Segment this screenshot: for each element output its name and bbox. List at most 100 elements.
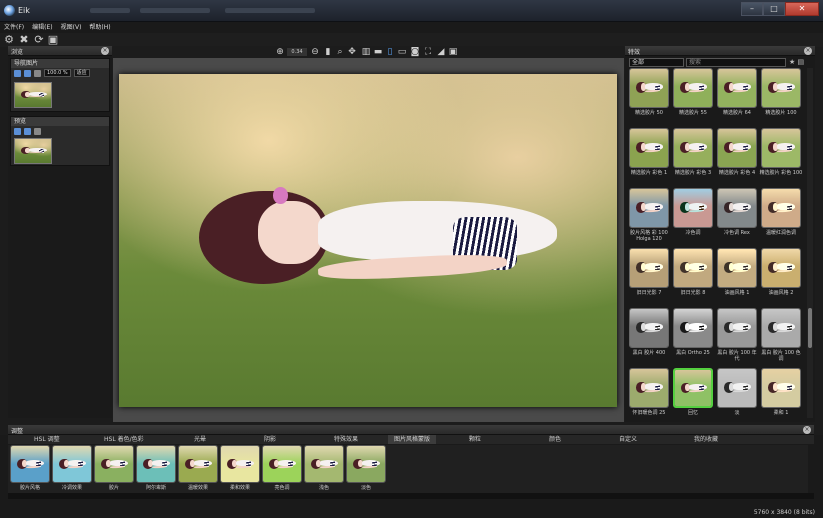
split-icon[interactable] xyxy=(14,127,21,135)
side-by-side-icon[interactable] xyxy=(24,127,31,135)
preset-item[interactable]: 精选胶片 彩色 4 xyxy=(717,128,757,186)
compare-icon[interactable]: ▣ xyxy=(47,34,59,46)
film-thumbnail[interactable] xyxy=(346,445,386,483)
preset-item[interactable]: 精选胶片 50 xyxy=(629,68,669,126)
preset-item[interactable]: 胶片风格 彩 100 Holga 120 xyxy=(629,188,669,246)
category-tab[interactable]: 颗粒 xyxy=(463,435,487,444)
film-thumbnail[interactable] xyxy=(220,445,260,483)
preset-item[interactable]: 精选胶片 彩色 3 xyxy=(673,128,713,186)
preset-thumbnail[interactable] xyxy=(629,308,669,348)
split-view-icon[interactable]: ▥ xyxy=(361,47,371,57)
menu-edit[interactable]: 编辑(E) xyxy=(28,22,56,33)
pan-icon[interactable]: ✥ xyxy=(347,47,357,57)
film-thumbnail[interactable] xyxy=(262,445,302,483)
preset-thumbnail[interactable] xyxy=(673,368,713,408)
image-icon[interactable]: ▣ xyxy=(448,47,458,57)
preset-thumbnail[interactable] xyxy=(761,128,801,168)
preset-thumbnail[interactable] xyxy=(673,248,713,288)
film-preset[interactable]: 冷调效果 xyxy=(52,445,92,493)
film-thumbnail[interactable] xyxy=(304,445,344,483)
snapshot-icon[interactable]: ◙ xyxy=(410,47,420,57)
fullscreen-icon[interactable]: ⛶ xyxy=(423,47,433,57)
preset-item[interactable]: 旧日光影 8 xyxy=(673,248,713,306)
preset-item[interactable]: 黑白 胶片 100 色调 xyxy=(761,308,801,366)
preset-thumbnail[interactable] xyxy=(717,308,757,348)
zoom-input[interactable]: 100.0 % xyxy=(44,69,71,77)
preset-item[interactable]: 精选胶片 55 xyxy=(673,68,713,126)
main-photo[interactable] xyxy=(119,74,617,407)
rotate-icon[interactable] xyxy=(34,69,41,77)
magnifier-icon[interactable]: ⌕ xyxy=(335,47,345,57)
preset-item[interactable]: 黑白 Ortho 25 xyxy=(673,308,713,366)
swap-icon[interactable] xyxy=(34,127,41,135)
category-tab[interactable]: 自定义 xyxy=(613,435,643,444)
preset-item[interactable]: 黑白 胶片 100 年代 xyxy=(717,308,757,366)
category-tab[interactable]: 图片风格蒙版 xyxy=(388,435,437,444)
close-icon[interactable]: × xyxy=(101,47,109,55)
film-preset[interactable]: 柔和效果 xyxy=(220,445,260,493)
category-tab[interactable]: 特殊效果 xyxy=(328,435,364,444)
preset-thumbnail[interactable] xyxy=(717,368,757,408)
film-preset[interactable]: 亮色调 xyxy=(262,445,302,493)
film-preset[interactable]: 胶片风格 xyxy=(10,445,50,493)
preset-item[interactable]: 精选胶片 100 xyxy=(761,68,801,126)
preset-thumbnail[interactable] xyxy=(717,128,757,168)
preset-item[interactable]: 柔和 1 xyxy=(761,368,801,426)
preset-item[interactable]: 精选胶片 64 xyxy=(717,68,757,126)
preset-thumbnail[interactable] xyxy=(717,68,757,108)
hand-icon[interactable] xyxy=(14,69,21,77)
preset-thumbnail[interactable] xyxy=(629,68,669,108)
category-tab[interactable]: 阴影 xyxy=(258,435,282,444)
film-preset[interactable]: 阿尔卑斯 xyxy=(136,445,176,493)
film-thumbnail[interactable] xyxy=(52,445,92,483)
preset-thumbnail[interactable] xyxy=(717,188,757,228)
settings-icon[interactable]: ⚙ xyxy=(3,34,15,46)
category-tab[interactable]: 光晕 xyxy=(188,435,212,444)
zoom-out-icon[interactable]: ⊖ xyxy=(310,47,320,57)
background-icon[interactable]: ◢ xyxy=(436,47,446,57)
preset-item[interactable]: 旧日光影 7 xyxy=(629,248,669,306)
close-icon[interactable]: ✕ xyxy=(785,2,819,16)
preset-thumbnail[interactable] xyxy=(717,248,757,288)
preset-item[interactable]: 精选胶片 彩色 100 xyxy=(760,128,802,186)
film-thumbnail[interactable] xyxy=(136,445,176,483)
preset-thumbnail[interactable] xyxy=(761,368,801,408)
category-select[interactable]: 全部 xyxy=(629,58,684,67)
preset-thumbnail[interactable] xyxy=(629,248,669,288)
menu-help[interactable]: 帮助(H) xyxy=(85,22,114,33)
preset-item[interactable]: 黑白 胶片 400 xyxy=(629,308,669,366)
film-preset[interactable]: 温暖效果 xyxy=(178,445,218,493)
preset-thumbnail[interactable] xyxy=(629,188,669,228)
preset-scrollbar[interactable] xyxy=(807,68,813,418)
preset-item[interactable]: 油画风格 1 xyxy=(717,248,757,306)
zoom-value[interactable]: 0.34 xyxy=(287,48,307,56)
preset-thumbnail[interactable] xyxy=(761,188,801,228)
preset-item[interactable]: 回忆 xyxy=(673,368,713,426)
single-view-icon[interactable]: ▯ xyxy=(385,47,395,57)
preset-item[interactable]: 油画风格 2 xyxy=(761,248,801,306)
zoom-icon[interactable] xyxy=(24,69,31,77)
dual-view-icon[interactable]: ▭ xyxy=(397,47,407,57)
image-viewport[interactable]: ⊕ 0.34 ⊖ ▮ ⌕ ✥ ▥ ▬ ▯ ▭ ◙ ⛶ ◢ ▣ xyxy=(113,46,624,422)
preset-thumbnail[interactable] xyxy=(629,368,669,408)
preset-item[interactable]: 淡 xyxy=(717,368,757,426)
before-after-icon[interactable]: ▬ xyxy=(373,47,383,57)
film-preset[interactable]: 浅色 xyxy=(304,445,344,493)
preset-thumbnail[interactable] xyxy=(673,188,713,228)
favorite-icon[interactable]: ★ ▤ xyxy=(789,58,804,66)
minimize-icon[interactable]: – xyxy=(741,2,763,16)
category-tab[interactable]: HSL 调整 xyxy=(28,435,66,444)
film-preset[interactable]: 淡色 xyxy=(346,445,386,493)
preset-thumbnail[interactable] xyxy=(761,248,801,288)
film-thumbnail[interactable] xyxy=(178,445,218,483)
menu-file[interactable]: 文件(F) xyxy=(0,22,28,33)
close-icon[interactable]: × xyxy=(803,426,811,434)
film-thumbnail[interactable] xyxy=(10,445,50,483)
category-tab[interactable]: 颜色 xyxy=(543,435,567,444)
zoom-in-icon[interactable]: ⊕ xyxy=(275,47,285,57)
preset-item[interactable]: 温暖红润色调 xyxy=(761,188,801,246)
preset-thumbnail[interactable] xyxy=(673,308,713,348)
preset-item[interactable]: 冷色调 xyxy=(673,188,713,246)
preset-thumbnail[interactable] xyxy=(761,68,801,108)
category-tab[interactable]: HSL 着色/色彩 xyxy=(98,435,150,444)
